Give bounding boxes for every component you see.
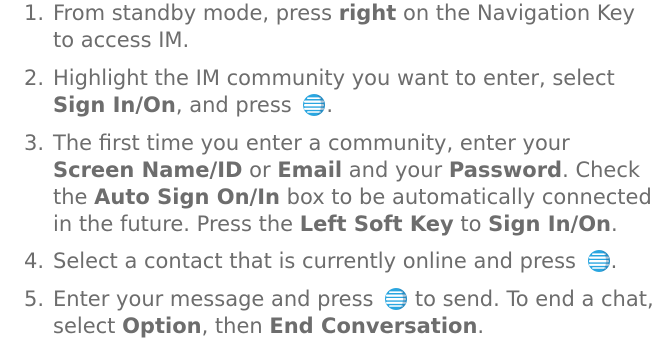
step-text-run: .: [477, 314, 485, 338]
step-text-run: and your: [342, 158, 449, 182]
step-text-run: The first time you enter a community, en…: [53, 131, 570, 155]
key-term: Screen Name/ID: [53, 158, 243, 182]
step-text: Select a contact that is currently onlin…: [53, 248, 656, 275]
step-text: Enter your message and press to send. To…: [53, 286, 656, 340]
att-globe-key-icon: [303, 94, 326, 116]
key-term: right: [338, 1, 397, 25]
step-text-run: Highlight the IM community you want to e…: [53, 66, 615, 90]
att-globe-key-icon: [385, 288, 408, 310]
step-text-run: or: [242, 158, 278, 182]
key-term: Left Soft Key: [299, 212, 454, 236]
step-1: 1. From standby mode, press right on the…: [24, 0, 656, 54]
step-number: 3.: [24, 131, 45, 155]
step-text-run: .: [326, 93, 334, 117]
step-text-run: .: [611, 212, 618, 236]
step-text: From standby mode, press right on the Na…: [53, 0, 656, 54]
att-globe-key-icon: [587, 250, 610, 272]
key-term: End Conversation: [269, 314, 478, 338]
step-text: The first time you enter a community, en…: [53, 130, 656, 238]
key-term: Password: [448, 158, 563, 182]
step-4: 4. Select a contact that is currently on…: [24, 248, 656, 275]
instruction-list: 1. From standby mode, press right on the…: [0, 0, 666, 338]
step-text-run: to: [453, 212, 489, 236]
key-term: Email: [277, 158, 343, 182]
step-number: 2.: [24, 66, 45, 90]
step-number: 1.: [24, 1, 45, 25]
key-term: Sign In/On: [488, 212, 612, 236]
step-text-run: , then: [201, 314, 270, 338]
step-text-run: Select a contact that is currently onlin…: [53, 249, 583, 273]
key-term: Auto Sign On/In: [94, 185, 280, 209]
step-text: Highlight the IM community you want to e…: [53, 65, 656, 119]
step-text-run: From standby mode, press: [53, 1, 339, 25]
step-text-run: .: [610, 249, 618, 273]
step-3: 3. The first time you enter a community,…: [24, 130, 656, 238]
key-term: Option: [122, 314, 202, 338]
step-text-run: Enter your message and press: [53, 287, 381, 311]
key-term: Sign In/On: [53, 93, 176, 117]
step-5: 5. Enter your message and press to send.…: [24, 286, 656, 340]
step-number: 5.: [24, 287, 45, 311]
step-2: 2. Highlight the IM community you want t…: [24, 65, 656, 119]
step-text-run: , and press: [175, 93, 299, 117]
step-number: 4.: [24, 249, 45, 273]
